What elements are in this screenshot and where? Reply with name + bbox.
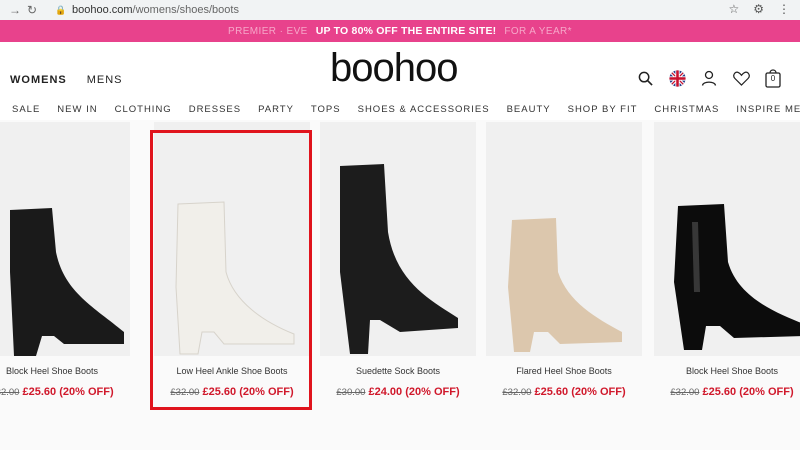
site-header: WOMENS MENS boohoo 0 — [0, 42, 800, 96]
product-card[interactable]: Block Heel Shoe Boots £32.00 £25.60 (20%… — [654, 122, 800, 412]
url-host: boohoo.com — [72, 4, 133, 16]
tab-womens[interactable]: WOMENS — [10, 74, 67, 86]
nav-christmas[interactable]: CHRISTMAS — [654, 104, 719, 115]
nav-shop-by-fit[interactable]: SHOP BY FIT — [568, 104, 638, 115]
selection-highlight — [150, 130, 312, 410]
browser-toolbar: → ↻ 🔒 boohoo.com/womens/shoes/boots ☆ ⚙ … — [0, 0, 800, 20]
nav-dresses[interactable]: DRESSES — [189, 104, 241, 115]
nav-shoes-accessories[interactable]: SHOES & ACCESSORIES — [358, 104, 490, 115]
product-price: £32.00 £25.60 (20% OFF) — [486, 386, 642, 398]
promo-banner[interactable]: PREMIER · EVE UP TO 80% OFF THE ENTIRE S… — [0, 20, 800, 42]
account-icon[interactable] — [700, 68, 718, 88]
product-image[interactable] — [320, 122, 476, 356]
nav-inspire-me[interactable]: INSPIRE ME — [736, 104, 800, 115]
product-title[interactable]: Suedette Sock Boots — [320, 366, 476, 376]
product-price: £32.00 £25.60 (20% OFF) — [0, 386, 130, 398]
product-card[interactable]: Suedette Sock Boots £30.00 £24.00 (20% O… — [320, 122, 476, 412]
nav-party[interactable]: PARTY — [258, 104, 294, 115]
boot-shape — [508, 218, 622, 352]
boot-shape — [340, 164, 458, 354]
original-price: £32.00 — [502, 387, 532, 398]
tab-mens[interactable]: MENS — [87, 74, 123, 86]
nav-sale[interactable]: SALE — [12, 104, 40, 115]
nav-clothing[interactable]: CLOTHING — [115, 104, 172, 115]
bag-count: 0 — [770, 74, 776, 83]
product-card[interactable]: Block Heel Shoe Boots £32.00 £25.60 (20%… — [0, 122, 130, 412]
nav-beauty[interactable]: BEAUTY — [507, 104, 551, 115]
category-nav: SALE NEW IN CLOTHING DRESSES PARTY TOPS … — [0, 98, 800, 120]
original-price: £32.00 — [0, 387, 20, 398]
lock-icon: 🔒 — [55, 4, 67, 15]
product-price: £30.00 £24.00 (20% OFF) — [320, 386, 476, 398]
product-title[interactable]: Flared Heel Shoe Boots — [486, 366, 642, 376]
sale-price: £24.00 (20% OFF) — [368, 386, 460, 398]
address-bar[interactable]: boohoo.com/womens/shoes/boots — [72, 4, 239, 16]
forward-arrow-icon[interactable]: → — [6, 3, 24, 17]
nav-tops[interactable]: TOPS — [311, 104, 341, 115]
promo-ghost-left: PREMIER · EVE — [228, 25, 308, 37]
sale-price: £25.60 (20% OFF) — [534, 386, 626, 398]
site-logo[interactable]: boohoo — [330, 46, 458, 91]
shopping-bag-icon[interactable]: 0 — [764, 68, 782, 88]
header-icons: 0 — [636, 68, 782, 88]
uk-flag-icon[interactable] — [668, 68, 686, 88]
original-price: £32.00 — [670, 387, 700, 398]
product-card[interactable]: Flared Heel Shoe Boots £32.00 £25.60 (20… — [486, 122, 642, 412]
product-image[interactable] — [0, 122, 130, 356]
promo-ghost-right: FOR A YEAR* — [504, 25, 572, 37]
original-price: £30.00 — [336, 387, 366, 398]
wishlist-heart-icon[interactable] — [732, 68, 750, 88]
product-image[interactable] — [486, 122, 642, 356]
bookmark-star-icon[interactable]: ☆ — [728, 2, 739, 16]
product-title[interactable]: Block Heel Shoe Boots — [654, 366, 800, 376]
menu-dots-icon[interactable]: ⋮ — [778, 2, 790, 16]
product-title[interactable]: Block Heel Shoe Boots — [0, 366, 130, 376]
gender-tabs: WOMENS MENS — [10, 74, 123, 86]
sale-price: £25.60 (20% OFF) — [22, 386, 114, 398]
nav-new-in[interactable]: NEW IN — [57, 104, 97, 115]
boot-shape — [10, 208, 124, 356]
promo-text: UP TO 80% OFF THE ENTIRE SITE! — [315, 25, 497, 37]
reload-icon[interactable]: ↻ — [24, 3, 40, 17]
extension-icon[interactable]: ⚙ — [753, 2, 764, 16]
product-image[interactable] — [654, 122, 800, 356]
product-price: £32.00 £25.60 (20% OFF) — [654, 386, 800, 398]
search-icon[interactable] — [636, 68, 654, 88]
url-path: /womens/shoes/boots — [132, 4, 239, 16]
sale-price: £25.60 (20% OFF) — [702, 386, 794, 398]
